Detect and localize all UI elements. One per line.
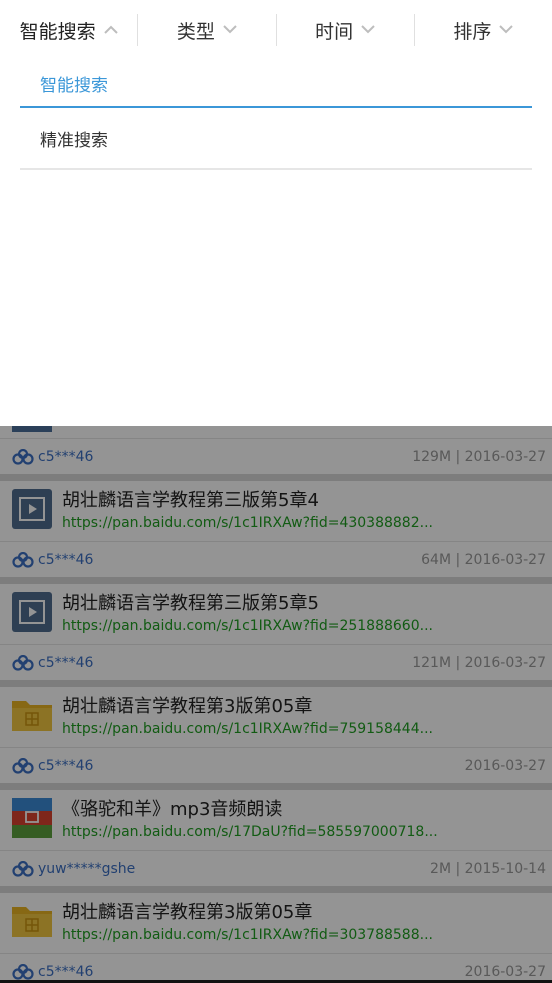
item-title: 胡壮麟语言学教程第三版第5章4 bbox=[62, 490, 319, 511]
filter-label: 时间 bbox=[315, 20, 354, 43]
folder-icon bbox=[12, 907, 52, 937]
baidu-cloud-icon bbox=[12, 861, 34, 877]
filter-label: 类型 bbox=[176, 20, 215, 43]
item-user[interactable]: c5***46 bbox=[38, 758, 93, 774]
baidu-cloud-icon bbox=[12, 552, 34, 568]
item-info: 2016-03-27 bbox=[464, 964, 546, 980]
item-meta: c5***46 2016-03-27 bbox=[0, 953, 552, 983]
list-item[interactable]: 胡壮麟语言学教程第三版第5章5 https://pan.baidu.com/s/… bbox=[0, 584, 552, 687]
item-info: 2016-03-27 bbox=[464, 758, 546, 774]
chevron-down-icon bbox=[361, 23, 375, 37]
result-list: c5***46 129M | 2016-03-27 胡壮麟语言学教程第三版第5章… bbox=[0, 426, 552, 983]
list-item[interactable]: 胡壮麟语言学教程第3版第05章 https://pan.baidu.com/s/… bbox=[0, 893, 552, 983]
item-file-row[interactable]: 胡壮麟语言学教程第三版第5章5 https://pan.baidu.com/s/… bbox=[0, 584, 552, 644]
list-item[interactable]: 《骆驼和羊》mp3音频朗读 https://pan.baidu.com/s/17… bbox=[0, 790, 552, 893]
list-item[interactable]: 胡壮麟语言学教程第三版第5章4 https://pan.baidu.com/s/… bbox=[0, 481, 552, 584]
baidu-cloud-icon bbox=[12, 655, 34, 671]
video-file-icon bbox=[12, 592, 52, 632]
item-url[interactable]: https://pan.baidu.com/s/1c1IRXAw?fid=430… bbox=[62, 515, 433, 531]
baidu-cloud-icon bbox=[12, 758, 34, 774]
item-file-row[interactable]: 胡壮麟语言学教程第3版第05章 https://pan.baidu.com/s/… bbox=[0, 687, 552, 747]
video-file-icon bbox=[12, 426, 52, 432]
item-meta: c5***46 121M | 2016-03-27 bbox=[0, 644, 552, 681]
video-file-icon bbox=[12, 489, 52, 529]
filter-type[interactable]: 类型 bbox=[138, 0, 275, 60]
item-file-row[interactable]: 胡壮麟语言学教程第3版第05章 https://pan.baidu.com/s/… bbox=[0, 893, 552, 953]
item-user[interactable]: c5***46 bbox=[38, 655, 93, 671]
item-url[interactable]: https://pan.baidu.com/s/1c1IRXAw?fid=303… bbox=[62, 927, 433, 943]
chevron-down-icon bbox=[223, 23, 237, 37]
item-meta: c5***46 129M | 2016-03-27 bbox=[0, 438, 552, 475]
item-user[interactable]: c5***46 bbox=[38, 964, 93, 980]
item-url[interactable]: https://pan.baidu.com/s/1c1IRXAw?fid=759… bbox=[62, 721, 433, 737]
filter-bar: 智能搜索 类型 时间 排序 bbox=[0, 0, 552, 60]
option-smart-search[interactable]: 智能搜索 bbox=[20, 60, 532, 108]
search-mode-dropdown: 智能搜索 精准搜索 bbox=[0, 60, 552, 426]
filter-smart-search[interactable]: 智能搜索 bbox=[0, 0, 137, 60]
item-user[interactable]: yuw*****gshe bbox=[38, 861, 135, 877]
item-info: 2M | 2015-10-14 bbox=[430, 861, 546, 877]
item-meta: c5***46 64M | 2016-03-27 bbox=[0, 541, 552, 578]
item-info: 121M | 2016-03-27 bbox=[412, 655, 546, 671]
filter-label: 智能搜索 bbox=[19, 20, 96, 43]
item-file-row[interactable]: 《骆驼和羊》mp3音频朗读 https://pan.baidu.com/s/17… bbox=[0, 790, 552, 850]
baidu-cloud-icon bbox=[12, 964, 34, 980]
filter-time[interactable]: 时间 bbox=[277, 0, 414, 60]
item-file-row[interactable]: 胡壮麟语言学教程第三版第5章4 https://pan.baidu.com/s/… bbox=[0, 481, 552, 541]
item-url[interactable]: https://pan.baidu.com/s/1c1IRXAw?fid=251… bbox=[62, 618, 433, 634]
item-title: 《骆驼和羊》mp3音频朗读 bbox=[62, 799, 283, 820]
chevron-up-icon bbox=[103, 23, 118, 37]
option-exact-search[interactable]: 精准搜索 bbox=[20, 108, 532, 170]
archive-file-icon bbox=[12, 798, 52, 838]
chevron-down-icon bbox=[499, 23, 514, 37]
item-info: 129M | 2016-03-27 bbox=[412, 449, 546, 465]
list-item[interactable]: 胡壮麟语言学教程第3版第05章 https://pan.baidu.com/s/… bbox=[0, 687, 552, 790]
option-label: 智能搜索 bbox=[40, 75, 108, 96]
item-user[interactable]: c5***46 bbox=[38, 552, 93, 568]
list-item[interactable]: c5***46 129M | 2016-03-27 bbox=[0, 426, 552, 481]
option-label: 精准搜索 bbox=[40, 130, 108, 151]
filter-sort[interactable]: 排序 bbox=[415, 0, 552, 60]
item-url[interactable]: https://pan.baidu.com/s/17DaU?fid=585597… bbox=[62, 824, 438, 840]
folder-icon bbox=[12, 701, 52, 731]
item-user[interactable]: c5***46 bbox=[38, 449, 93, 465]
item-meta: yuw*****gshe 2M | 2015-10-14 bbox=[0, 850, 552, 887]
baidu-cloud-icon bbox=[12, 449, 34, 465]
item-title: 胡壮麟语言学教程第三版第5章5 bbox=[62, 593, 319, 614]
item-title: 胡壮麟语言学教程第3版第05章 bbox=[62, 696, 313, 717]
item-info: 64M | 2016-03-27 bbox=[421, 552, 546, 568]
item-title: 胡壮麟语言学教程第3版第05章 bbox=[62, 902, 313, 923]
filter-label: 排序 bbox=[453, 20, 492, 43]
dimmed-overlay[interactable]: c5***46 129M | 2016-03-27 胡壮麟语言学教程第三版第5章… bbox=[0, 426, 552, 983]
item-meta: c5***46 2016-03-27 bbox=[0, 747, 552, 784]
